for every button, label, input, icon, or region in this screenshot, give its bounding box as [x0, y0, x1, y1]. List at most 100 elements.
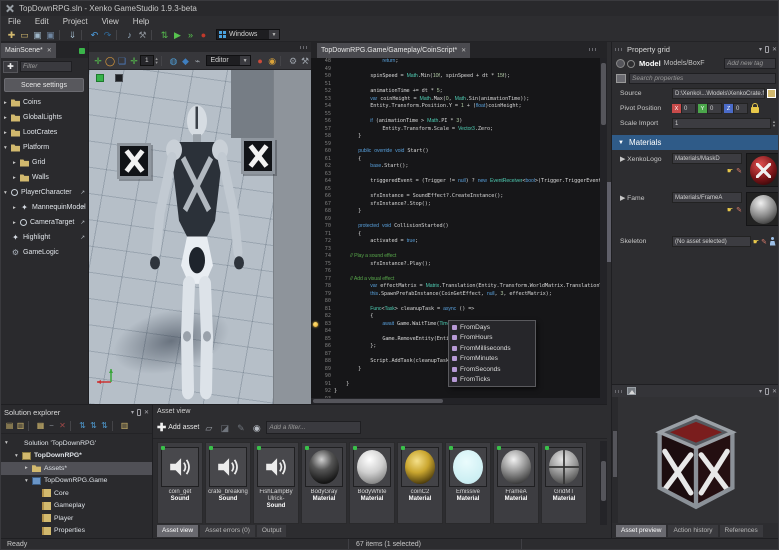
record-icon[interactable]: ● [197, 29, 210, 41]
asset-view-tab[interactable]: Asset view [157, 525, 198, 537]
scale-stepper[interactable]: ▲▼ [772, 120, 776, 128]
world-space-icon[interactable]: ◍ [167, 55, 179, 67]
code-line[interactable]: 70 protected void CollisionStarted() [311, 223, 607, 231]
chevron-down-icon[interactable]: ▾ [131, 409, 134, 416]
build-icon[interactable]: ⚒ [136, 29, 149, 41]
asset-view-tab[interactable]: Asset errors (0) [200, 525, 255, 537]
code-line[interactable]: 80 [311, 298, 607, 306]
asset-preview-viewport[interactable] [612, 397, 779, 523]
preview-tab[interactable]: References [720, 525, 763, 537]
code-line[interactable]: 81 Func<Task> cleanupTask = async () => [311, 306, 607, 314]
close-icon[interactable]: ✕ [461, 47, 466, 54]
mannequin-character[interactable] [147, 100, 247, 402]
autocomplete-item[interactable]: FromTicks [449, 375, 535, 386]
light-gizmo-icon[interactable] [96, 74, 104, 82]
asset-view-tab[interactable]: Output [257, 525, 287, 537]
scene-tree-item[interactable]: ▾ Platform [1, 140, 88, 155]
code-line[interactable]: 52 animationTime += dt * 5; [311, 88, 607, 96]
loot-crate-left[interactable] [117, 143, 151, 179]
menu-item[interactable]: View [95, 16, 126, 28]
expander-icon[interactable]: ▸ [4, 115, 11, 121]
code-line[interactable]: 51 [311, 81, 607, 89]
snap-magnet-icon[interactable]: ⌁ [191, 55, 203, 67]
lock-icon[interactable] [751, 107, 759, 113]
capture-icon[interactable]: ⚒ [299, 55, 311, 67]
preview-scrollbar[interactable] [612, 397, 618, 523]
asset-filter-input[interactable] [266, 421, 361, 434]
camera-gizmo-icon[interactable] [115, 74, 123, 82]
pivot-z-value[interactable]: 0 [733, 103, 748, 114]
chevron-down-icon[interactable]: ▼ [240, 56, 250, 65]
import-icon[interactable]: ⇓ [66, 29, 79, 41]
expander-icon[interactable]: ▸ [4, 130, 11, 136]
code-line[interactable]: 65 [311, 186, 607, 194]
back-nav-icon[interactable] [616, 59, 625, 68]
asset-view-scrollbar[interactable] [600, 441, 607, 525]
menu-item[interactable]: File [1, 16, 28, 28]
asset-tile[interactable]: BodyWhite Material [349, 442, 395, 524]
redo-icon[interactable]: ↷ [101, 29, 114, 41]
asset-tile[interactable]: BodyGray Material [301, 442, 347, 524]
add-asset-button[interactable]: ✚ Add asset [157, 421, 199, 434]
menu-item[interactable]: Edit [28, 16, 56, 28]
edit-pencil-icon[interactable]: ✎ [736, 206, 742, 214]
scale-import-value[interactable]: 1 [672, 118, 771, 129]
scene-tree-item[interactable]: ▸ LootCrates [1, 125, 88, 140]
edit-pencil-icon[interactable]: ✎ [761, 238, 767, 246]
live-scripting-icon[interactable]: ⇅ [158, 29, 171, 41]
tab-mainscene[interactable]: MainScene* ✕ [1, 43, 56, 58]
expander-icon[interactable]: ▾ [4, 190, 11, 196]
material-thumbnail[interactable] [746, 153, 779, 187]
open-source-icon[interactable] [767, 89, 776, 98]
snap-stepper[interactable]: ▲▼ [155, 57, 159, 65]
sort-3-icon[interactable]: ⇅ [99, 420, 110, 432]
translation-gizmo-icon[interactable]: ✛ [92, 55, 104, 67]
scene-filter-input[interactable] [20, 61, 72, 72]
code-line[interactable]: 71 { [311, 231, 607, 239]
menu-grip-icon[interactable] [300, 46, 308, 49]
solution-tree-item[interactable]: ▾ TopDownRPG.Game [1, 475, 152, 488]
material-slot[interactable]: ▶ Fame [620, 192, 672, 226]
scene-tree-item[interactable]: Highlight [1, 230, 88, 245]
code-line[interactable]: 50 spinSpeed = Math.Min(10f, spinSpeed +… [311, 73, 607, 81]
expander-icon[interactable]: ▸ [25, 465, 32, 471]
close-icon[interactable]: ✕ [144, 409, 149, 416]
viewport-3d-view[interactable] [89, 70, 311, 404]
asset-tile[interactable]: coinC2 Material [397, 442, 443, 524]
snap-value-box[interactable]: 1 [140, 55, 154, 66]
solution-tree-item[interactable]: ▾ Solution 'TopDownRPG' [1, 437, 152, 450]
scale-gizmo-icon[interactable]: ❏ [116, 55, 128, 67]
autocomplete-item[interactable]: FromMilliseconds [449, 343, 535, 354]
new-asset-icon[interactable]: ✚ [5, 29, 18, 41]
code-line[interactable]: 54 Entity.Transform.Position.Y = 1 + (fl… [311, 103, 607, 111]
code-editor[interactable]: 48 return;4950 spinSpeed = Math.Min(10f,… [311, 58, 607, 404]
solution-tree-item[interactable]: Properties [1, 525, 152, 538]
code-line[interactable]: 55 [311, 111, 607, 119]
code-line[interactable]: 56 if (animationTime > Math.PI * 3) [311, 118, 607, 126]
scene-tree-item[interactable]: ▸ CameraTarget [1, 215, 88, 230]
code-line[interactable]: 61 { [311, 156, 607, 164]
expander-icon[interactable]: ▸ [13, 160, 20, 166]
material-slot[interactable]: ▶ XenkoLogo [620, 153, 672, 187]
panel-grip-icon[interactable] [615, 48, 623, 51]
expander-icon[interactable]: ▸ [13, 220, 20, 226]
scene-tree-item[interactable]: ▸ MannequinModel [1, 200, 88, 215]
render-mode-icon[interactable]: ● [254, 55, 266, 67]
picker-hand-icon[interactable]: ☛ [727, 167, 733, 175]
solution-tree-item[interactable]: ▾ TopDownRPG* [1, 450, 152, 463]
add-tag-input[interactable] [724, 58, 776, 69]
materials-section-header[interactable]: ▼ Materials [612, 135, 779, 150]
snap-grid-icon[interactable]: ✛ [128, 55, 140, 67]
code-line[interactable]: 77 // Add a visual effect [311, 276, 607, 284]
solution-tree-item[interactable]: ▸ Assets* [1, 462, 152, 475]
asset-tile[interactable]: crate_breaking Sound [205, 442, 251, 524]
skeleton-person-icon[interactable] [769, 237, 776, 246]
asset-tile[interactable]: FrameA Material [493, 442, 539, 524]
source-value[interactable]: D:\Xenko\...\Models\XenkoCrate.fbx [672, 88, 765, 99]
platform-combo[interactable]: Windows ▼ [216, 29, 280, 40]
expander-icon[interactable]: ▾ [4, 145, 11, 151]
code-line[interactable]: 69 [311, 216, 607, 224]
material-thumbnail[interactable] [746, 192, 779, 226]
edit-pencil-icon[interactable]: ✎ [736, 167, 742, 175]
asset-tile[interactable]: coin_get Sound [157, 442, 203, 524]
